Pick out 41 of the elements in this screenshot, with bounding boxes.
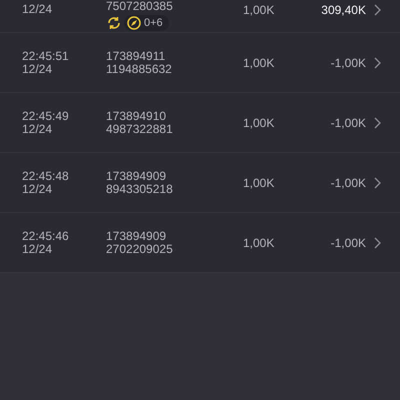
history-row[interactable]: 22:45:48 12/24 173894909 8943305218 1,00K -1,00K (0, 153, 400, 213)
history-row[interactable]: 12/24 7507280385 0+6 1,00K 309,40K (0, 0, 400, 33)
history-row[interactable]: 22:45:49 12/24 173894910 4987322881 1,00K -1,00K (0, 93, 400, 153)
row-amount: 1,00K (243, 3, 274, 17)
row-amount: 1,00K (243, 56, 274, 70)
chevron-right-icon (374, 4, 382, 16)
row-sub-id: 8943305218 (106, 182, 174, 196)
row-value: -1,00K (330, 176, 366, 190)
history-row[interactable]: 22:45:51 12/24 173894911 1194885632 1,00K -1,00K (0, 33, 400, 93)
row-amount: 1,00K (243, 116, 274, 130)
chevron-right-icon (374, 236, 382, 248)
compass-icon (127, 16, 141, 30)
row-sub-id: 1194885632 (106, 62, 173, 76)
row-date: 12/24 (22, 122, 54, 136)
row-time: 22:45:51 (22, 50, 70, 62)
row-id: 173894910 (106, 110, 168, 122)
chevron-right-icon (374, 56, 382, 68)
chevron-right-icon (374, 116, 382, 128)
row-amount: 1,00K (243, 176, 274, 190)
row-value: -1,00K (330, 116, 366, 130)
row-id: 173894909 (106, 230, 168, 242)
row-date: 12/24 (22, 3, 54, 16)
row-value: -1,00K (330, 236, 366, 250)
row-sub-id: 4987322881 (106, 122, 174, 136)
row-value: 309,40K (321, 3, 366, 17)
row-time: 22:45:49 (22, 110, 70, 122)
row-date: 12/24 (22, 242, 54, 256)
row-date: 12/24 (22, 182, 54, 196)
row-id: 173894909 (106, 170, 168, 182)
row-amount: 1,00K (243, 236, 274, 250)
row-sub-id: 2702209025 (106, 242, 174, 256)
row-time: 22:45:46 (22, 230, 70, 242)
row-time: 22:45:48 (22, 170, 70, 182)
refresh-icon (106, 15, 122, 31)
chevron-right-icon (374, 176, 382, 188)
row-id: 173894911 (106, 50, 166, 62)
row-date: 12/24 (22, 62, 54, 76)
row-id: 7507280385 (106, 0, 174, 13)
bonus-badge: 0+6 (124, 15, 169, 31)
row-value: -1,00K (330, 56, 366, 70)
history-row[interactable]: 22:45:46 12/24 173894909 2702209025 1,00K -1,00K (0, 213, 400, 273)
